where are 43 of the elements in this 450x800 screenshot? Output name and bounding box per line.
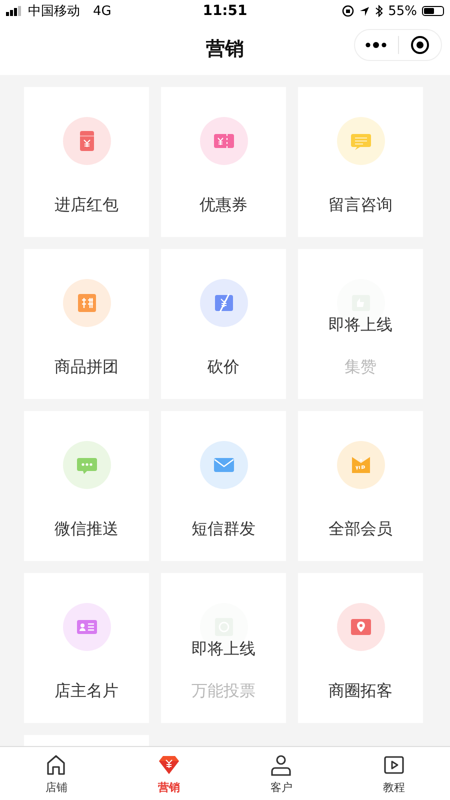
target-icon <box>410 35 430 55</box>
feature-label: 优惠券 <box>200 195 248 216</box>
battery-icon <box>422 6 444 16</box>
feature-label: 砍价 <box>208 357 240 378</box>
coming-soon-label: 即将上线 <box>192 639 256 658</box>
feature-card[interactable]: 即将上线 万能投票 <box>161 573 286 723</box>
page-title: 营销 <box>206 36 244 62</box>
feature-card[interactable]: 即将上线 集赞 <box>298 249 423 399</box>
carrier-name: 中国移动 <box>28 3 80 20</box>
feature-card[interactable]: 留言咨询 <box>298 87 423 237</box>
feature-label: 店主名片 <box>54 681 118 702</box>
tab-item[interactable]: 营销 <box>112 747 225 800</box>
feature-label: 商圈拓客 <box>328 681 392 702</box>
tab-item[interactable]: 店铺 <box>0 747 112 800</box>
feature-card[interactable]: 进店红包 <box>24 87 149 237</box>
feature-card[interactable]: 店主名片 <box>24 573 149 723</box>
feature-card[interactable]: 优惠券 <box>161 87 286 237</box>
tab-item[interactable]: 教程 <box>338 747 450 800</box>
feature-label: 商品拼团 <box>54 357 118 378</box>
network-type: 4G <box>93 4 112 18</box>
feature-card[interactable]: 商品拼团 <box>24 249 149 399</box>
lock-rotation-icon <box>342 5 354 17</box>
person-icon <box>269 752 294 776</box>
coming-soon-label: 即将上线 <box>328 315 392 334</box>
feature-label: 万能投票 <box>192 681 256 702</box>
feature-label: 进店红包 <box>54 195 118 216</box>
feature-card[interactable]: 砍价 <box>161 249 286 399</box>
signal-icon <box>6 6 23 16</box>
feature-card[interactable]: 短信群发 <box>161 411 286 561</box>
clock-time: 11:51 <box>202 3 248 19</box>
tab-item[interactable]: 客户 <box>225 747 338 800</box>
feature-label: 全部会员 <box>328 519 392 540</box>
bluetooth-icon <box>375 5 384 17</box>
feature-label: 短信群发 <box>192 519 256 540</box>
feature-card[interactable]: 商圈拓客 <box>298 573 423 723</box>
location-arrow-icon <box>359 6 370 16</box>
feature-card[interactable]: 微信推送 <box>24 411 149 561</box>
more-icon <box>365 42 388 48</box>
feature-label: 留言咨询 <box>328 195 392 216</box>
feature-card[interactable]: 全部会员 <box>298 411 423 561</box>
battery-percent: 55% <box>388 4 417 18</box>
feature-label: 微信推送 <box>54 519 118 540</box>
feature-label: 集赞 <box>344 357 376 378</box>
